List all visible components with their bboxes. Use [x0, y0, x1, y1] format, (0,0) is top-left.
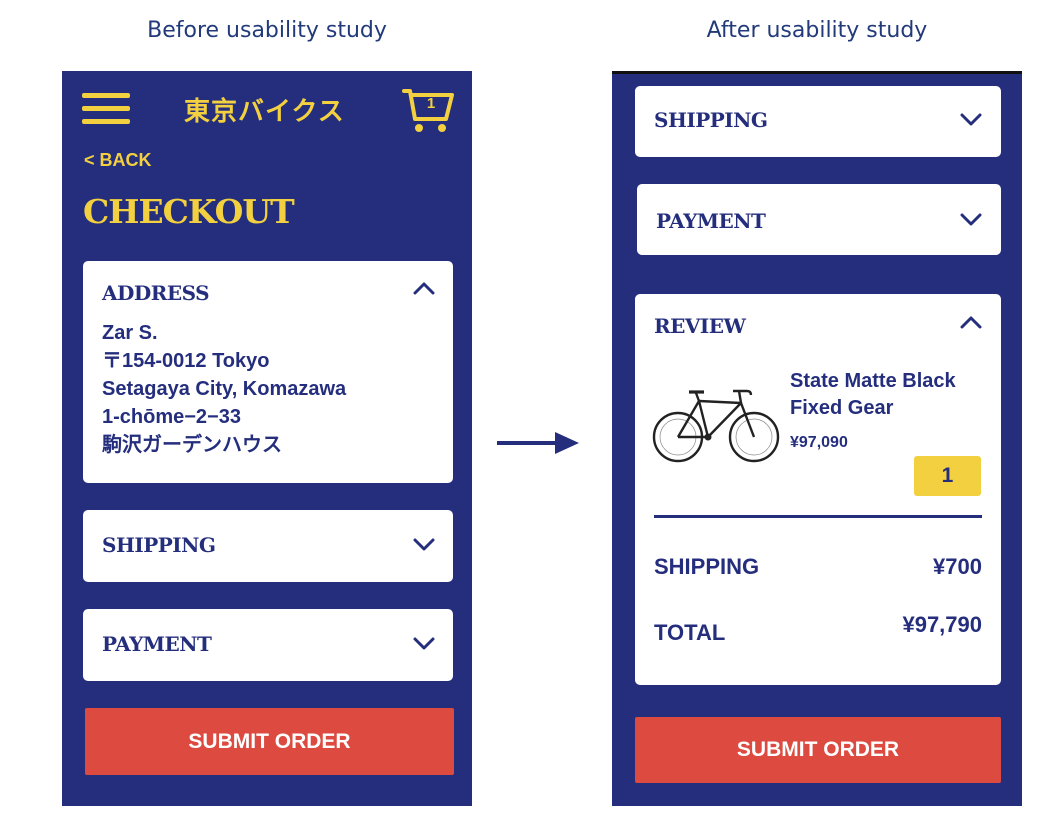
- product-name: State Matte Black Fixed Gear: [790, 368, 956, 422]
- brand-logo[interactable]: 東京バイクス: [184, 91, 345, 128]
- chevron-down-icon[interactable]: [960, 113, 982, 127]
- shipping-cost-label: SHIPPING: [654, 554, 760, 579]
- shipping-section-title: SHIPPING: [654, 108, 768, 132]
- bicycle-icon: [652, 389, 780, 463]
- after-caption: After usability study: [706, 18, 928, 43]
- address-text: Zar S. 〒154-0012 Tokyo Setagaya City, Ko…: [102, 319, 346, 459]
- address-line: 1-chōme−2−33: [102, 406, 241, 428]
- shipping-section[interactable]: SHIPPING: [83, 510, 453, 582]
- review-section[interactable]: REVIEW State Matte Black Fixed Gear ¥97,…: [635, 294, 1001, 685]
- review-divider: [654, 515, 982, 518]
- hamburger-menu-icon[interactable]: [82, 93, 130, 125]
- submit-order-button[interactable]: SUBMIT ORDER: [85, 708, 454, 775]
- before-caption: Before usability study: [147, 18, 387, 43]
- page-title: CHECKOUT: [83, 192, 295, 231]
- total-value: ¥97,790: [902, 612, 982, 637]
- product-name-line: State Matte Black: [790, 370, 956, 392]
- payment-section[interactable]: PAYMENT: [83, 609, 453, 681]
- back-link[interactable]: < BACK: [84, 150, 152, 171]
- chevron-up-icon[interactable]: [413, 281, 435, 295]
- product-price: ¥97,090: [790, 434, 848, 451]
- chevron-down-icon[interactable]: [960, 213, 982, 227]
- chevron-down-icon[interactable]: [413, 538, 435, 552]
- address-line: Setagaya City, Komazawa: [102, 378, 347, 400]
- address-section[interactable]: ADDRESS Zar S. 〒154-0012 Tokyo Setagaya …: [83, 261, 453, 483]
- address-line: 駒沢ガーデンハウス: [102, 434, 282, 456]
- screen-top-divider: [612, 71, 1022, 74]
- address-section-title: ADDRESS: [102, 281, 210, 305]
- payment-section-title: PAYMENT: [656, 209, 766, 233]
- payment-section-title: PAYMENT: [102, 632, 212, 656]
- chevron-down-icon[interactable]: [413, 637, 435, 651]
- address-line: 〒154-0012 Tokyo: [102, 350, 270, 372]
- before-checkout-screen: 東京バイクス 1 < BACK CHECKOUT ADDRESS Zar S. …: [62, 71, 472, 806]
- review-section-title: REVIEW: [654, 314, 746, 338]
- chevron-up-icon[interactable]: [960, 315, 982, 329]
- quantity-selector[interactable]: 1: [914, 456, 981, 496]
- shipping-section-title: SHIPPING: [102, 533, 216, 557]
- payment-section[interactable]: PAYMENT: [637, 184, 1001, 255]
- total-label: TOTAL: [654, 620, 726, 645]
- shipping-section[interactable]: SHIPPING: [635, 86, 1001, 157]
- cart-count-badge: 1: [426, 95, 436, 112]
- product-name-line: Fixed Gear: [790, 397, 894, 419]
- submit-order-button[interactable]: SUBMIT ORDER: [635, 717, 1001, 783]
- shopping-cart-icon[interactable]: 1: [402, 87, 456, 135]
- after-checkout-screen: SHIPPING PAYMENT REVIEW State Matte Blac…: [612, 71, 1022, 806]
- right-arrow-icon: [497, 432, 579, 454]
- shipping-cost-value: ¥700: [933, 554, 982, 579]
- address-line: Zar S.: [102, 322, 158, 344]
